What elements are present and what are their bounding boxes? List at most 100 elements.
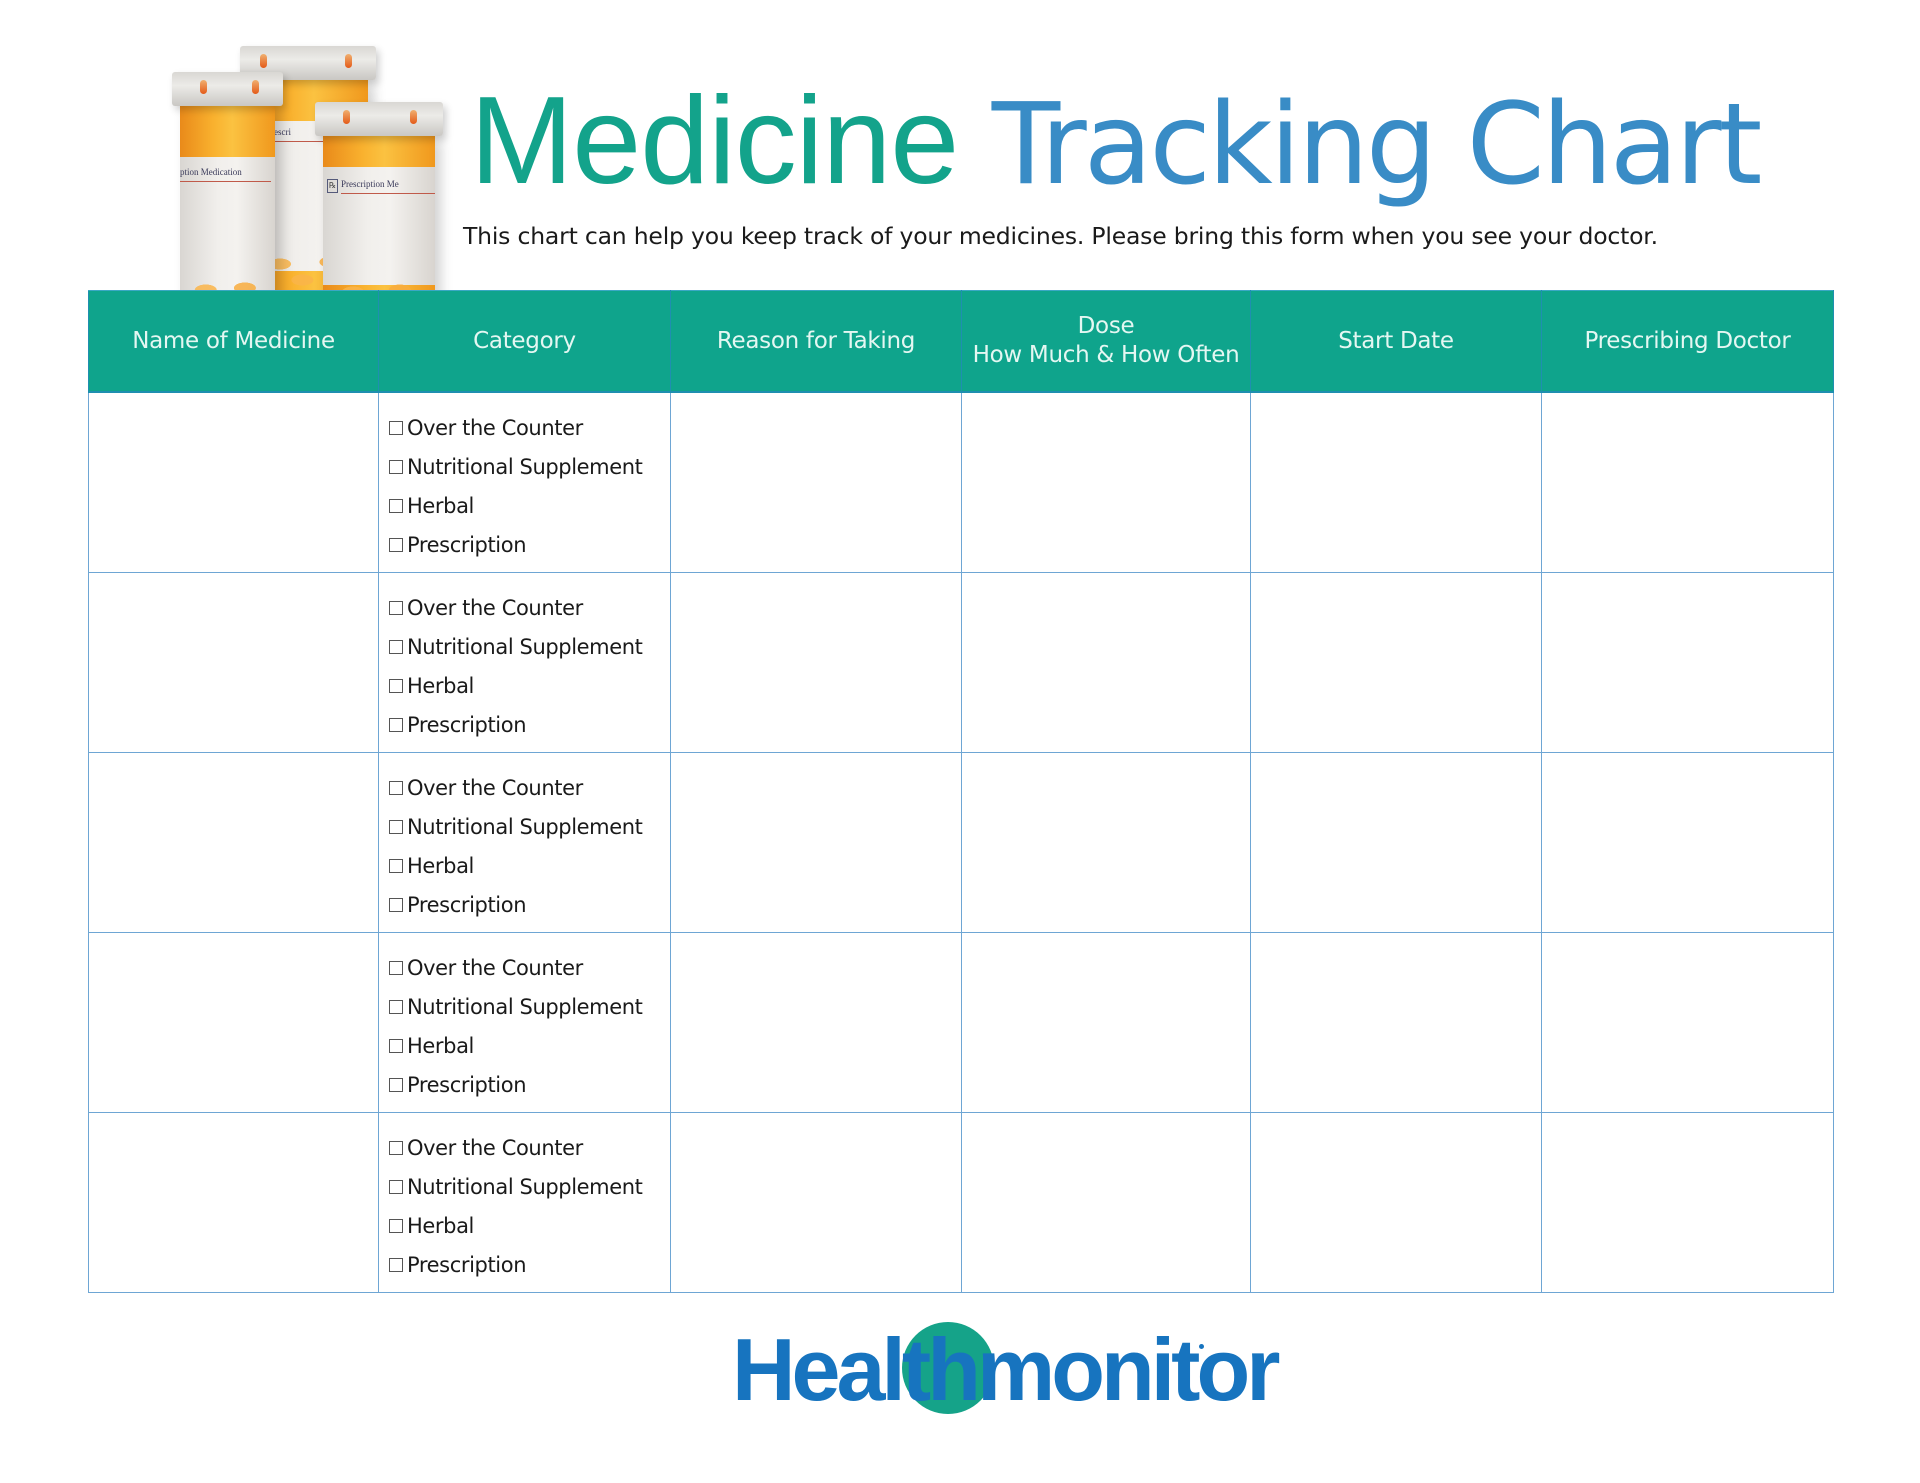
start-date-field[interactable] xyxy=(1251,1113,1541,1292)
reason-field[interactable] xyxy=(671,933,961,1112)
doctor-cell[interactable] xyxy=(1541,932,1834,1113)
reason-cell[interactable] xyxy=(670,752,962,933)
checkbox-icon[interactable] xyxy=(389,460,403,474)
category-option[interactable]: Over the Counter xyxy=(389,588,670,627)
category-option[interactable]: Over the Counter xyxy=(389,948,670,987)
checkbox-icon[interactable] xyxy=(389,1180,403,1194)
category-option[interactable]: Herbal xyxy=(389,846,670,885)
doctor-field[interactable] xyxy=(1542,933,1833,1112)
reason-cell[interactable] xyxy=(670,391,962,573)
name-cell[interactable] xyxy=(88,932,379,1113)
reason-cell[interactable] xyxy=(670,572,962,753)
dose-field[interactable] xyxy=(962,933,1250,1112)
doctor-field[interactable] xyxy=(1542,1113,1833,1292)
category-option-label: Prescription xyxy=(407,892,527,917)
start-date-field[interactable] xyxy=(1251,573,1541,752)
name-field[interactable] xyxy=(89,393,378,572)
bottle-cap xyxy=(315,102,443,136)
name-cell[interactable] xyxy=(88,752,379,933)
checkbox-icon[interactable] xyxy=(389,640,403,654)
category-option[interactable]: Nutritional Supplement xyxy=(389,627,670,666)
title-medicine: Medicine xyxy=(470,72,959,210)
checkbox-icon[interactable] xyxy=(389,898,403,912)
reason-field[interactable] xyxy=(671,573,961,752)
checkbox-icon[interactable] xyxy=(389,820,403,834)
dose-field[interactable] xyxy=(962,393,1250,572)
name-cell[interactable] xyxy=(88,1112,379,1293)
page-title: Medicine Tracking Chart xyxy=(470,66,1762,220)
name-cell[interactable] xyxy=(88,391,379,573)
category-option[interactable]: Over the Counter xyxy=(389,1128,670,1167)
start-date-cell[interactable] xyxy=(1250,752,1542,933)
category-option[interactable]: Nutritional Supplement xyxy=(389,447,670,486)
checkbox-icon[interactable] xyxy=(389,1039,403,1053)
doctor-field[interactable] xyxy=(1542,393,1833,572)
checkbox-icon[interactable] xyxy=(389,961,403,975)
checkbox-icon[interactable] xyxy=(389,1219,403,1233)
category-option[interactable]: Nutritional Supplement xyxy=(389,1167,670,1206)
reason-field[interactable] xyxy=(671,1113,961,1292)
dose-cell[interactable] xyxy=(961,1112,1251,1293)
start-date-cell[interactable] xyxy=(1250,572,1542,753)
checkbox-icon[interactable] xyxy=(389,859,403,873)
dose-cell[interactable] xyxy=(961,572,1251,753)
doctor-field[interactable] xyxy=(1542,573,1833,752)
category-option[interactable]: Nutritional Supplement xyxy=(389,807,670,846)
category-option[interactable]: Herbal xyxy=(389,1026,670,1065)
reason-field[interactable] xyxy=(671,753,961,932)
checkbox-icon[interactable] xyxy=(389,1000,403,1014)
category-option[interactable]: Prescription xyxy=(389,885,670,924)
category-option[interactable]: Prescription xyxy=(389,1245,670,1284)
doctor-cell[interactable] xyxy=(1541,1112,1834,1293)
category-option[interactable]: Nutritional Supplement xyxy=(389,987,670,1026)
checkbox-icon[interactable] xyxy=(389,601,403,615)
dose-field[interactable] xyxy=(962,573,1250,752)
doctor-cell[interactable] xyxy=(1541,572,1834,753)
checkbox-icon[interactable] xyxy=(389,1258,403,1272)
name-field[interactable] xyxy=(89,573,378,752)
category-option[interactable]: Herbal xyxy=(389,1206,670,1245)
doctor-field[interactable] xyxy=(1542,753,1833,932)
reason-cell[interactable] xyxy=(670,1112,962,1293)
name-cell[interactable] xyxy=(88,572,379,753)
checkbox-icon[interactable] xyxy=(389,538,403,552)
category-option[interactable]: Herbal xyxy=(389,666,670,705)
start-date-field[interactable] xyxy=(1251,753,1541,932)
checkbox-icon[interactable] xyxy=(389,421,403,435)
start-date-cell[interactable] xyxy=(1250,391,1542,573)
name-field[interactable] xyxy=(89,933,378,1112)
doctor-cell[interactable] xyxy=(1541,752,1834,933)
category-option-label: Nutritional Supplement xyxy=(407,814,643,839)
checkbox-icon[interactable] xyxy=(389,781,403,795)
category-option[interactable]: Herbal xyxy=(389,486,670,525)
checkbox-icon[interactable] xyxy=(389,679,403,693)
category-options: Over the Counter Nutritional Supplement He… xyxy=(379,1113,670,1284)
reason-cell[interactable] xyxy=(670,932,962,1113)
reason-field[interactable] xyxy=(671,393,961,572)
name-field[interactable] xyxy=(89,1113,378,1292)
category-option[interactable]: Prescription xyxy=(389,525,670,564)
table-row: Over the Counter Nutritional Supplement He… xyxy=(88,932,1834,1113)
category-option[interactable]: Over the Counter xyxy=(389,408,670,447)
dose-cell[interactable] xyxy=(961,752,1251,933)
dose-field[interactable] xyxy=(962,1113,1250,1292)
category-option[interactable]: Prescription xyxy=(389,1065,670,1104)
name-field[interactable] xyxy=(89,753,378,932)
start-date-cell[interactable] xyxy=(1250,1112,1542,1293)
doctor-cell[interactable] xyxy=(1541,391,1834,573)
start-date-field[interactable] xyxy=(1251,933,1541,1112)
category-option[interactable]: Over the Counter xyxy=(389,768,670,807)
table-row: Over the Counter Nutritional Supplement He… xyxy=(88,572,1834,753)
category-option[interactable]: Prescription xyxy=(389,705,670,744)
dose-field[interactable] xyxy=(962,753,1250,932)
category-option-label: Over the Counter xyxy=(407,955,583,980)
category-option-label: Over the Counter xyxy=(407,775,583,800)
checkbox-icon[interactable] xyxy=(389,499,403,513)
dose-cell[interactable] xyxy=(961,932,1251,1113)
checkbox-icon[interactable] xyxy=(389,1141,403,1155)
dose-cell[interactable] xyxy=(961,391,1251,573)
checkbox-icon[interactable] xyxy=(389,718,403,732)
start-date-cell[interactable] xyxy=(1250,932,1542,1113)
checkbox-icon[interactable] xyxy=(389,1078,403,1092)
start-date-field[interactable] xyxy=(1251,393,1541,572)
